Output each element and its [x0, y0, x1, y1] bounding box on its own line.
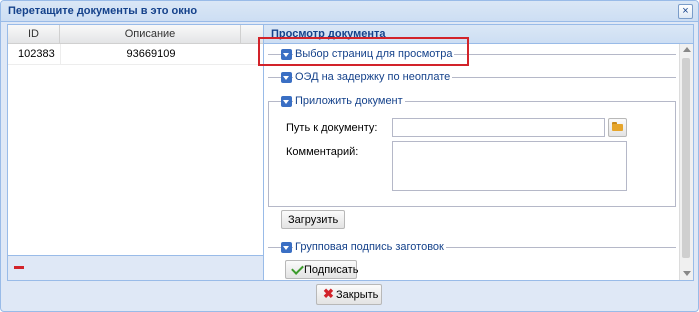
section-group-sign-legend[interactable]: Групповая подпись заготовок	[293, 241, 446, 253]
vertical-scrollbar[interactable]	[679, 44, 693, 280]
path-input[interactable]	[392, 118, 605, 137]
browse-folder-button[interactable]	[608, 118, 627, 137]
column-header-id[interactable]: ID	[8, 25, 60, 43]
row-id-cell: 102383	[18, 48, 55, 60]
table-row[interactable]: 102383 93669109	[8, 44, 264, 65]
section-delay-legend[interactable]: ОЭД на задержку по неоплате	[293, 71, 453, 83]
row-description-cell: 93669109	[60, 44, 241, 64]
highlight-annotation	[258, 37, 469, 66]
documents-grid: ID Описание 102383 93669109	[7, 24, 265, 281]
sign-button[interactable]: Подписать	[285, 260, 359, 279]
scroll-up-arrow-icon[interactable]	[683, 47, 691, 52]
collapse-icon[interactable]	[281, 242, 292, 253]
column-header-description[interactable]: Описание	[60, 25, 241, 43]
upload-button[interactable]: Загрузить	[281, 210, 345, 229]
section-attach-legend[interactable]: Приложить документ	[293, 95, 405, 107]
path-label: Путь к документу:	[286, 122, 378, 134]
close-button-label: Закрыть	[336, 288, 379, 301]
grid-toolbar	[8, 255, 264, 280]
close-icon[interactable]: ×	[678, 4, 693, 19]
window-title: Перетащите документы в это окно	[8, 5, 198, 17]
collapse-icon[interactable]	[281, 96, 292, 107]
scroll-down-arrow-icon[interactable]	[683, 271, 691, 276]
comment-textarea[interactable]	[392, 141, 627, 191]
close-icon: ✖	[323, 286, 334, 301]
scroll-thumb[interactable]	[682, 58, 690, 258]
folder-icon	[612, 124, 623, 131]
sign-button-label: Подписать	[304, 263, 359, 276]
grid-header: ID Описание	[8, 25, 264, 44]
check-icon	[291, 262, 304, 275]
close-button[interactable]: ✖ Закрыть	[316, 284, 382, 305]
remove-document-icon[interactable]	[14, 266, 24, 269]
comment-label: Комментарий:	[286, 146, 359, 158]
window-titlebar[interactable]: Перетащите документы в это окно ×	[1, 1, 698, 22]
expand-icon[interactable]	[281, 72, 292, 83]
window-footer: ✖ Закрыть	[1, 281, 698, 311]
